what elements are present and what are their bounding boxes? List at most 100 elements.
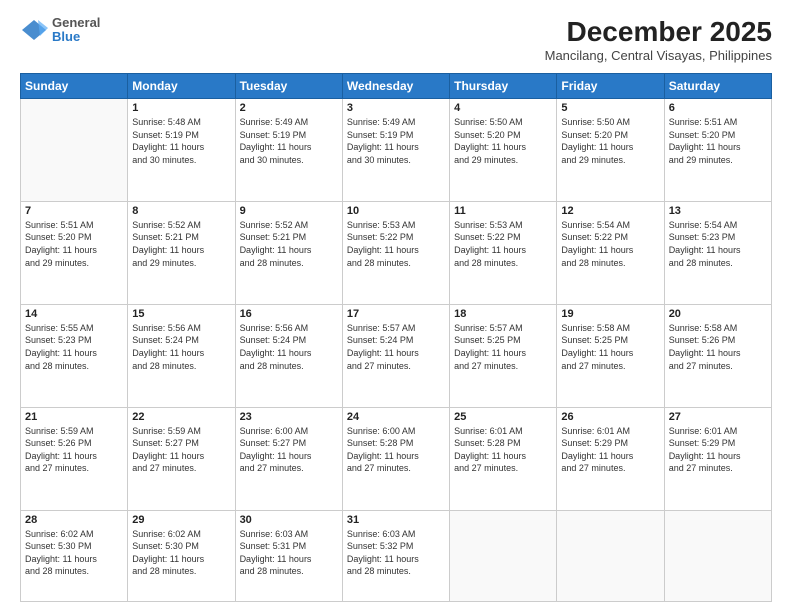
day-info-4-3: Sunrise: 6:03 AM Sunset: 5:32 PM Dayligh… (347, 528, 445, 578)
cell-4-0: 28 Sunrise: 6:02 AM Sunset: 5:30 PM Dayli… (21, 510, 128, 602)
header: General Blue December 2025 Mancilang, Ce… (20, 16, 772, 63)
day-info-0-5: Sunrise: 5:50 AM Sunset: 5:20 PM Dayligh… (561, 116, 659, 166)
week-row-0: 1 Sunrise: 5:48 AM Sunset: 5:19 PM Daylig… (21, 99, 772, 202)
week-row-1: 7Sunrise: 5:51 AM Sunset: 5:20 PM Daylig… (21, 201, 772, 304)
cell-3-2: 23 Sunrise: 6:00 AM Sunset: 5:27 PM Dayli… (235, 407, 342, 510)
cell-0-5: 5Sunrise: 5:50 AM Sunset: 5:20 PM Daylig… (557, 99, 664, 202)
day-info-3-4: Sunrise: 6:01 AM Sunset: 5:28 PM Dayligh… (454, 425, 552, 475)
day-info-3-2: Sunrise: 6:00 AM Sunset: 5:27 PM Dayligh… (240, 425, 338, 475)
day-num-1-5: 12 (561, 205, 659, 217)
day-num-2-6: 20 (669, 308, 767, 320)
cell-2-3: 17 Sunrise: 5:57 AM Sunset: 5:24 PM Dayli… (342, 304, 449, 407)
day-num-4-1: 29 (132, 514, 230, 526)
cell-4-3: 31Sunrise: 6:03 AM Sunset: 5:32 PM Dayli… (342, 510, 449, 602)
day-num-3-6: 27 (669, 411, 767, 423)
day-num-0-1: 1 (132, 102, 230, 114)
day-num-3-4: 25 (454, 411, 552, 423)
day-info-0-1: Sunrise: 5:48 AM Sunset: 5:19 PM Dayligh… (132, 116, 230, 166)
cell-3-0: 21 Sunrise: 5:59 AM Sunset: 5:26 PM Dayli… (21, 407, 128, 510)
cell-2-0: 14 Sunrise: 5:55 AM Sunset: 5:23 PM Dayli… (21, 304, 128, 407)
cell-2-4: 18 Sunrise: 5:57 AM Sunset: 5:25 PM Dayli… (450, 304, 557, 407)
day-info-1-1: Sunrise: 5:52 AM Sunset: 5:21 PM Dayligh… (132, 219, 230, 269)
logo-icon (20, 16, 48, 44)
page: General Blue December 2025 Mancilang, Ce… (0, 0, 792, 612)
day-info-4-1: Sunrise: 6:02 AM Sunset: 5:30 PM Dayligh… (132, 528, 230, 578)
day-info-2-2: Sunrise: 5:56 AM Sunset: 5:24 PM Dayligh… (240, 322, 338, 372)
cell-1-2: 9Sunrise: 5:52 AM Sunset: 5:21 PM Daylig… (235, 201, 342, 304)
cell-3-3: 24 Sunrise: 6:00 AM Sunset: 5:28 PM Dayli… (342, 407, 449, 510)
cell-3-1: 22Sunrise: 5:59 AM Sunset: 5:27 PM Dayli… (128, 407, 235, 510)
cell-2-5: 19 Sunrise: 5:58 AM Sunset: 5:25 PM Dayli… (557, 304, 664, 407)
cell-4-2: 30 Sunrise: 6:03 AM Sunset: 5:31 PM Dayli… (235, 510, 342, 602)
cell-4-6 (664, 510, 771, 602)
day-info-3-0: Sunrise: 5:59 AM Sunset: 5:26 PM Dayligh… (25, 425, 123, 475)
location: Mancilang, Central Visayas, Philippines (545, 48, 772, 63)
day-num-2-4: 18 (454, 308, 552, 320)
day-num-1-3: 10 (347, 205, 445, 217)
day-num-0-2: 2 (240, 102, 338, 114)
cell-1-6: 13Sunrise: 5:54 AM Sunset: 5:23 PM Dayli… (664, 201, 771, 304)
title-block: December 2025 Mancilang, Central Visayas… (545, 16, 772, 63)
day-num-2-2: 16 (240, 308, 338, 320)
day-num-1-4: 11 (454, 205, 552, 217)
cell-1-5: 12Sunrise: 5:54 AM Sunset: 5:22 PM Dayli… (557, 201, 664, 304)
day-num-3-2: 23 (240, 411, 338, 423)
day-num-0-6: 6 (669, 102, 767, 114)
logo-blue: Blue (52, 30, 100, 44)
day-info-2-1: Sunrise: 5:56 AM Sunset: 5:24 PM Dayligh… (132, 322, 230, 372)
day-info-2-3: Sunrise: 5:57 AM Sunset: 5:24 PM Dayligh… (347, 322, 445, 372)
cell-2-6: 20 Sunrise: 5:58 AM Sunset: 5:26 PM Dayli… (664, 304, 771, 407)
col-thursday: Thursday (450, 74, 557, 99)
day-info-0-4: Sunrise: 5:50 AM Sunset: 5:20 PM Dayligh… (454, 116, 552, 166)
day-num-4-2: 30 (240, 514, 338, 526)
day-info-3-6: Sunrise: 6:01 AM Sunset: 5:29 PM Dayligh… (669, 425, 767, 475)
day-num-0-4: 4 (454, 102, 552, 114)
cell-3-6: 27 Sunrise: 6:01 AM Sunset: 5:29 PM Dayli… (664, 407, 771, 510)
day-info-1-3: Sunrise: 5:53 AM Sunset: 5:22 PM Dayligh… (347, 219, 445, 269)
month-title: December 2025 (545, 16, 772, 48)
col-sunday: Sunday (21, 74, 128, 99)
cell-0-4: 4 Sunrise: 5:50 AM Sunset: 5:20 PM Daylig… (450, 99, 557, 202)
day-num-2-1: 15 (132, 308, 230, 320)
col-wednesday: Wednesday (342, 74, 449, 99)
day-info-0-3: Sunrise: 5:49 AM Sunset: 5:19 PM Dayligh… (347, 116, 445, 166)
day-info-4-0: Sunrise: 6:02 AM Sunset: 5:30 PM Dayligh… (25, 528, 123, 578)
day-info-2-4: Sunrise: 5:57 AM Sunset: 5:25 PM Dayligh… (454, 322, 552, 372)
day-info-3-5: Sunrise: 6:01 AM Sunset: 5:29 PM Dayligh… (561, 425, 659, 475)
day-info-2-5: Sunrise: 5:58 AM Sunset: 5:25 PM Dayligh… (561, 322, 659, 372)
col-tuesday: Tuesday (235, 74, 342, 99)
cell-1-3: 10 Sunrise: 5:53 AM Sunset: 5:22 PM Dayli… (342, 201, 449, 304)
col-saturday: Saturday (664, 74, 771, 99)
cell-1-0: 7Sunrise: 5:51 AM Sunset: 5:20 PM Daylig… (21, 201, 128, 304)
day-num-2-0: 14 (25, 308, 123, 320)
day-info-2-6: Sunrise: 5:58 AM Sunset: 5:26 PM Dayligh… (669, 322, 767, 372)
cell-4-5 (557, 510, 664, 602)
day-num-2-3: 17 (347, 308, 445, 320)
day-info-4-2: Sunrise: 6:03 AM Sunset: 5:31 PM Dayligh… (240, 528, 338, 578)
day-info-0-2: Sunrise: 5:49 AM Sunset: 5:19 PM Dayligh… (240, 116, 338, 166)
cell-3-4: 25 Sunrise: 6:01 AM Sunset: 5:28 PM Dayli… (450, 407, 557, 510)
week-row-2: 14 Sunrise: 5:55 AM Sunset: 5:23 PM Dayli… (21, 304, 772, 407)
header-row: Sunday Monday Tuesday Wednesday Thursday… (21, 74, 772, 99)
week-row-4: 28 Sunrise: 6:02 AM Sunset: 5:30 PM Dayli… (21, 510, 772, 602)
cell-0-3: 3 Sunrise: 5:49 AM Sunset: 5:19 PM Daylig… (342, 99, 449, 202)
day-info-2-0: Sunrise: 5:55 AM Sunset: 5:23 PM Dayligh… (25, 322, 123, 372)
day-info-1-2: Sunrise: 5:52 AM Sunset: 5:21 PM Dayligh… (240, 219, 338, 269)
day-info-3-3: Sunrise: 6:00 AM Sunset: 5:28 PM Dayligh… (347, 425, 445, 475)
cell-3-5: 26 Sunrise: 6:01 AM Sunset: 5:29 PM Dayli… (557, 407, 664, 510)
cell-1-1: 8Sunrise: 5:52 AM Sunset: 5:21 PM Daylig… (128, 201, 235, 304)
day-num-0-3: 3 (347, 102, 445, 114)
week-row-3: 21 Sunrise: 5:59 AM Sunset: 5:26 PM Dayli… (21, 407, 772, 510)
day-info-3-1: Sunrise: 5:59 AM Sunset: 5:27 PM Dayligh… (132, 425, 230, 475)
day-num-2-5: 19 (561, 308, 659, 320)
cell-2-2: 16 Sunrise: 5:56 AM Sunset: 5:24 PM Dayli… (235, 304, 342, 407)
day-num-4-0: 28 (25, 514, 123, 526)
day-num-3-3: 24 (347, 411, 445, 423)
col-monday: Monday (128, 74, 235, 99)
cell-4-1: 29 Sunrise: 6:02 AM Sunset: 5:30 PM Dayli… (128, 510, 235, 602)
day-num-1-6: 13 (669, 205, 767, 217)
cell-0-2: 2 Sunrise: 5:49 AM Sunset: 5:19 PM Daylig… (235, 99, 342, 202)
day-info-1-0: Sunrise: 5:51 AM Sunset: 5:20 PM Dayligh… (25, 219, 123, 269)
day-num-3-5: 26 (561, 411, 659, 423)
day-num-3-0: 21 (25, 411, 123, 423)
